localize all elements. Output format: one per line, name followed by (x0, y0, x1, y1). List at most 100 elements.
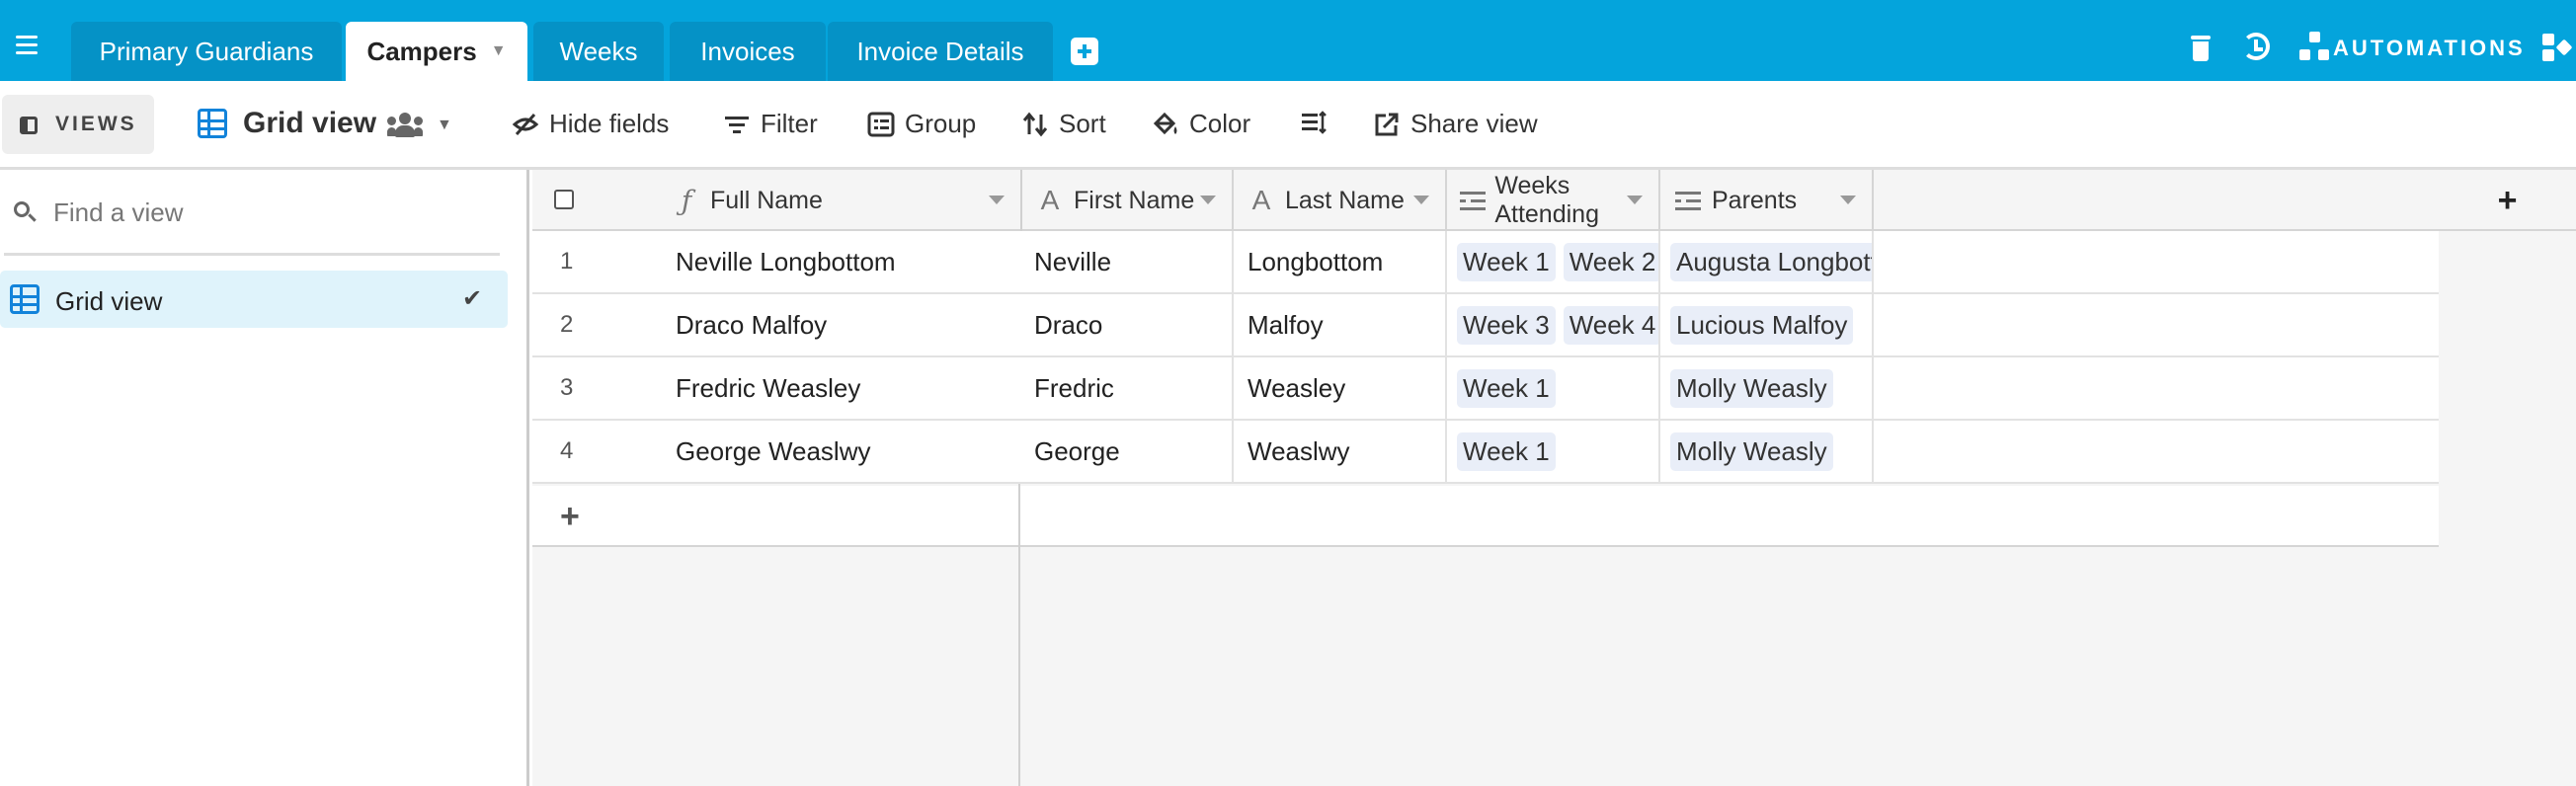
automations-button[interactable]: AUTOMATIONS (2333, 36, 2526, 61)
sidebar-item-grid-view[interactable]: Grid view ✔ (0, 271, 508, 328)
linked-record-pill[interactable]: Week 4 (1563, 305, 1658, 345)
table-row[interactable]: 1 Neville Longbottom Neville Longbottom Week… (532, 231, 2439, 294)
tab-label: Invoice Details (856, 36, 1024, 66)
cell-first-name[interactable]: Fredric (1020, 357, 1234, 419)
cell-value: Malfoy (1248, 309, 1324, 340)
linked-record-icon (1672, 186, 1704, 215)
column-header-full-name[interactable]: ƒ Full Name (532, 170, 1020, 231)
linked-record-pill[interactable]: Week 2 (1563, 242, 1658, 281)
views-toggle-button[interactable]: VIEWS (2, 95, 154, 154)
cell-parents[interactable]: Lucious Malfoy (1660, 294, 1874, 355)
column-header-first-name[interactable]: A First Name (1020, 170, 1234, 231)
linked-record-pill[interactable]: Molly Weasly (1670, 368, 1833, 408)
linked-record-pill[interactable]: Week 3 (1457, 305, 1556, 345)
hide-fields-label: Hide fields (549, 109, 670, 138)
cell-first-name[interactable]: George (1020, 421, 1234, 482)
hamburger-menu-icon[interactable] (14, 36, 43, 59)
cell-weeks-attending[interactable]: Week 1Week 2Week 3 (1447, 231, 1660, 292)
cell-last-name[interactable]: Weasley (1234, 357, 1447, 419)
cell-value: George (1034, 435, 1120, 466)
text-field-icon: A (1251, 185, 1271, 215)
cell-last-name[interactable]: Weaslwy (1234, 421, 1447, 482)
column-header-last-name[interactable]: A Last Name (1234, 170, 1447, 231)
tab-campers[interactable]: Campers ▼ (346, 22, 527, 81)
view-toolbar: VIEWS Grid view ▼ Hide fields Filter Gro… (0, 81, 2576, 170)
cell-full-name[interactable]: Draco Malfoy (532, 294, 1020, 355)
collaborative-view-icon (387, 113, 423, 138)
linked-record-pill[interactable]: Week 1 (1457, 368, 1556, 408)
chevron-down-icon[interactable] (1413, 196, 1429, 204)
top-bar: Primary Guardians Campers ▼ Weeks Invoic… (0, 0, 2576, 81)
add-row-icon[interactable]: + (560, 498, 580, 536)
view-menu-chevron-icon[interactable]: ▼ (437, 117, 452, 134)
linked-record-pill[interactable]: Molly Weasly (1670, 432, 1833, 471)
row-height-button[interactable] (1300, 109, 1337, 136)
cell-first-name[interactable]: Neville (1020, 231, 1234, 292)
share-icon (1373, 111, 1401, 138)
find-view-field[interactable] (14, 196, 498, 229)
column-header-weeks-attending[interactable]: Weeks Attending (1447, 170, 1660, 231)
current-view-name[interactable]: Grid view (243, 107, 376, 140)
hide-fields-button[interactable]: Hide fields (512, 109, 669, 139)
cell-value: Fredric Weasley (676, 372, 861, 403)
cell-value: Longbottom (1248, 246, 1384, 276)
filter-button[interactable]: Filter (723, 109, 818, 139)
cell-parents[interactable]: Molly Weasly (1660, 421, 1874, 482)
chevron-down-icon[interactable] (1200, 196, 1216, 204)
share-view-button[interactable]: Share view (1373, 109, 1538, 139)
select-all-checkbox[interactable] (554, 190, 574, 209)
grid-view-icon (10, 284, 40, 314)
share-view-label: Share view (1410, 109, 1538, 138)
color-button[interactable]: Color (1152, 109, 1250, 139)
add-row[interactable]: + (532, 486, 2439, 547)
linked-record-pill[interactable]: Lucious Malfoy (1670, 305, 1854, 345)
sort-button[interactable]: Sort (1021, 109, 1106, 139)
sort-icon (1021, 111, 1049, 138)
sidebar-item-label: Grid view (55, 286, 163, 316)
cell-last-name[interactable]: Longbottom (1234, 231, 1447, 292)
paint-bucket-icon (1152, 111, 1179, 138)
chevron-down-icon[interactable] (1840, 196, 1856, 204)
chevron-down-icon[interactable]: ▼ (491, 42, 507, 60)
cell-last-name[interactable]: Malfoy (1234, 294, 1447, 355)
automations-icon[interactable] (2299, 32, 2329, 63)
tab-invoices[interactable]: Invoices (670, 22, 826, 81)
cell-parents[interactable]: Molly Weasly (1660, 357, 1874, 419)
add-table-icon[interactable] (1071, 38, 1098, 65)
cell-weeks-attending[interactable]: Week 3 Week 4 (1447, 294, 1660, 355)
history-icon[interactable] (2240, 32, 2272, 63)
cell-first-name[interactable]: Draco (1020, 294, 1234, 355)
linked-record-pill[interactable]: Week 1 (1457, 242, 1556, 281)
linked-record-pill[interactable]: Week 1 (1457, 432, 1556, 471)
linked-record-icon (1459, 186, 1487, 215)
find-view-input[interactable] (53, 196, 468, 228)
views-label: VIEWS (55, 113, 137, 135)
column-header-label: Full Name (710, 186, 823, 214)
cell-value: Draco Malfoy (676, 309, 828, 340)
cell-full-name[interactable]: George Weaslwy (532, 421, 1020, 482)
apps-icon[interactable] (2542, 34, 2576, 63)
group-button[interactable]: Group (867, 109, 976, 139)
cell-full-name[interactable]: Neville Longbottom (532, 231, 1020, 292)
table-row[interactable]: 4 George Weaslwy George Weaslwy Week 1 Molly … (532, 421, 2439, 484)
chevron-down-icon[interactable] (1627, 196, 1643, 204)
cell-weeks-attending[interactable]: Week 1 (1447, 357, 1660, 419)
tab-weeks[interactable]: Weeks (533, 22, 664, 81)
chevron-down-icon[interactable] (989, 196, 1005, 204)
cell-weeks-attending[interactable]: Week 1 (1447, 421, 1660, 482)
add-field-button[interactable]: + (2439, 170, 2576, 231)
tab-label: Primary Guardians (99, 36, 314, 66)
cell-full-name[interactable]: Fredric Weasley (532, 357, 1020, 419)
column-header-label: First Name (1074, 186, 1195, 214)
cell-parents[interactable]: Augusta Longbottom (1660, 231, 1874, 292)
trash-icon[interactable] (2189, 32, 2213, 63)
filter-icon (723, 111, 751, 138)
table-row[interactable]: 2 Draco Malfoy Draco Malfoy Week 3 Week 4 Luci… (532, 294, 2439, 357)
table-row[interactable]: 3 Fredric Weasley Fredric Weasley Week 1 Moll… (532, 357, 2439, 421)
tab-invoice-details[interactable]: Invoice Details (828, 22, 1053, 81)
divider (4, 253, 500, 256)
color-label: Color (1189, 109, 1251, 138)
tab-primary-guardians[interactable]: Primary Guardians (71, 22, 342, 81)
column-header-parents[interactable]: Parents (1660, 170, 1874, 231)
linked-record-pill[interactable]: Augusta Longbottom (1670, 242, 1872, 281)
